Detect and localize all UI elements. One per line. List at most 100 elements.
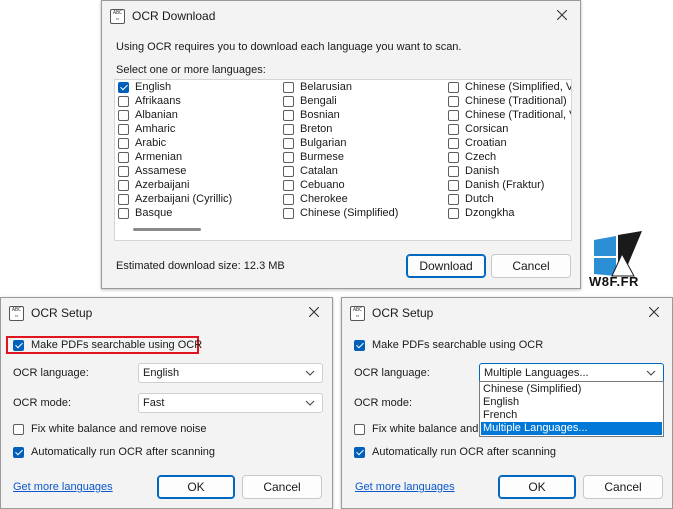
language-checkbox[interactable] xyxy=(448,152,459,163)
ocr-setup-dialog-right: ABC ▭ OCR Setup Make PDFs searchable usin… xyxy=(341,297,673,509)
cancel-button[interactable]: Cancel xyxy=(491,254,571,278)
language-checkbox[interactable] xyxy=(118,208,129,219)
intro-text: Using OCR requires you to download each … xyxy=(116,41,462,53)
dialog-title: OCR Setup xyxy=(31,306,93,320)
dropdown-option-selected[interactable]: Multiple Languages... xyxy=(481,422,662,435)
ok-button[interactable]: OK xyxy=(498,475,576,499)
language-checkbox[interactable] xyxy=(448,82,459,93)
language-checkbox[interactable] xyxy=(448,166,459,177)
fix-white-label: Fix white balance and s xyxy=(372,423,487,435)
auto-run-label: Automatically run OCR after scanning xyxy=(372,446,557,458)
ocr-mode-select[interactable]: Fast xyxy=(138,393,323,413)
language-label: Dzongkha xyxy=(465,207,515,219)
get-more-languages-link[interactable]: Get more languages xyxy=(13,481,113,493)
fix-white-checkbox[interactable] xyxy=(354,424,365,435)
language-checkbox[interactable] xyxy=(448,96,459,107)
language-label: Afrikaans xyxy=(135,95,181,107)
language-label: Amharic xyxy=(135,123,176,135)
cancel-button[interactable]: Cancel xyxy=(242,475,322,499)
select-languages-label: Select one or more languages: xyxy=(116,64,266,76)
horizontal-scrollbar[interactable] xyxy=(133,228,201,231)
language-checkbox[interactable] xyxy=(283,194,294,205)
ocr-download-dialog: ABC ▭ OCR Download Using OCR requires you… xyxy=(101,0,581,289)
language-checkbox[interactable] xyxy=(118,138,129,149)
language-label: Bengali xyxy=(300,95,337,107)
language-label: Czech xyxy=(465,151,497,163)
language-checkbox[interactable] xyxy=(283,152,294,163)
abc-scan-icon: ABC ▭ xyxy=(110,9,125,24)
ocr-language-label: OCR language: xyxy=(13,367,89,379)
close-button[interactable] xyxy=(644,302,664,322)
language-label: Catalan xyxy=(300,165,338,177)
language-checkbox[interactable] xyxy=(118,152,129,163)
language-checkbox[interactable] xyxy=(118,96,129,107)
language-checkbox[interactable] xyxy=(283,96,294,107)
language-list[interactable]: English Afrikaans Albanian Amharic Arabic Arm… xyxy=(114,79,572,241)
language-label: Chinese (Traditional) xyxy=(465,95,567,107)
make-searchable-label: Make PDFs searchable using OCR xyxy=(31,339,203,351)
language-checkbox[interactable] xyxy=(283,208,294,219)
language-checkbox[interactable] xyxy=(448,208,459,219)
language-label: Danish xyxy=(465,165,500,177)
cancel-button[interactable]: Cancel xyxy=(583,475,663,499)
ocr-language-value: Multiple Languages... xyxy=(484,367,589,379)
language-checkbox[interactable] xyxy=(448,180,459,191)
language-checkbox[interactable] xyxy=(118,110,129,121)
dropdown-option[interactable]: English xyxy=(481,396,662,409)
ocr-language-select[interactable]: Multiple Languages... xyxy=(479,363,664,383)
language-label: Bulgarian xyxy=(300,137,347,149)
language-checkbox[interactable] xyxy=(283,166,294,177)
title-bar[interactable]: ABC ▭ OCR Setup xyxy=(1,298,332,328)
language-label: Azerbaijani xyxy=(135,179,190,191)
language-checkbox[interactable] xyxy=(448,194,459,205)
dropdown-option[interactable]: French xyxy=(481,409,662,422)
language-label: Assamese xyxy=(135,165,187,177)
language-checkbox[interactable] xyxy=(118,82,129,93)
auto-run-checkbox[interactable] xyxy=(13,447,24,458)
language-checkbox[interactable] xyxy=(283,180,294,191)
language-checkbox[interactable] xyxy=(283,82,294,93)
make-searchable-checkbox[interactable] xyxy=(13,340,24,351)
close-icon xyxy=(649,307,659,317)
close-button[interactable] xyxy=(552,5,572,25)
language-label: Danish (Fraktur) xyxy=(465,179,545,191)
language-checkbox[interactable] xyxy=(448,124,459,135)
abc-scan-icon: ABC ▭ xyxy=(9,306,24,321)
get-more-languages-link[interactable]: Get more languages xyxy=(355,481,455,493)
title-bar[interactable]: ABC ▭ OCR Setup xyxy=(342,298,672,328)
dropdown-option[interactable]: Chinese (Simplified) xyxy=(481,383,662,396)
language-checkbox[interactable] xyxy=(118,166,129,177)
fix-white-label: Fix white balance and remove noise xyxy=(31,423,207,435)
language-checkbox[interactable] xyxy=(118,124,129,135)
language-checkbox[interactable] xyxy=(283,124,294,135)
title-bar[interactable]: ABC ▭ OCR Download xyxy=(102,1,580,31)
ocr-mode-value: Fast xyxy=(143,397,165,409)
language-label: English xyxy=(135,81,172,93)
language-checkbox[interactable] xyxy=(448,138,459,149)
download-button[interactable]: Download xyxy=(406,254,486,278)
close-icon xyxy=(557,10,567,20)
language-label: Cebuano xyxy=(300,179,345,191)
language-checkbox[interactable] xyxy=(283,138,294,149)
ok-button[interactable]: OK xyxy=(157,475,235,499)
language-label: Chinese (Traditional, V xyxy=(465,109,572,121)
chevron-down-icon xyxy=(305,370,315,376)
close-button[interactable] xyxy=(304,302,324,322)
language-label: Cherokee xyxy=(300,193,348,205)
language-label: Chinese (Simplified, Ve xyxy=(465,81,572,93)
language-checkbox[interactable] xyxy=(283,110,294,121)
chevron-down-icon xyxy=(646,370,656,376)
language-label: Bosnian xyxy=(300,109,340,121)
fix-white-checkbox[interactable] xyxy=(13,424,24,435)
chevron-down-icon xyxy=(305,400,315,406)
make-searchable-checkbox[interactable] xyxy=(354,340,365,351)
language-label: Corsican xyxy=(465,123,509,135)
ocr-language-label: OCR language: xyxy=(354,367,430,379)
auto-run-checkbox[interactable] xyxy=(354,447,365,458)
language-checkbox[interactable] xyxy=(118,194,129,205)
ocr-language-select[interactable]: English xyxy=(138,363,323,383)
language-checkbox[interactable] xyxy=(448,110,459,121)
language-label: Arabic xyxy=(135,137,167,149)
language-label: Armenian xyxy=(135,151,183,163)
language-checkbox[interactable] xyxy=(118,180,129,191)
